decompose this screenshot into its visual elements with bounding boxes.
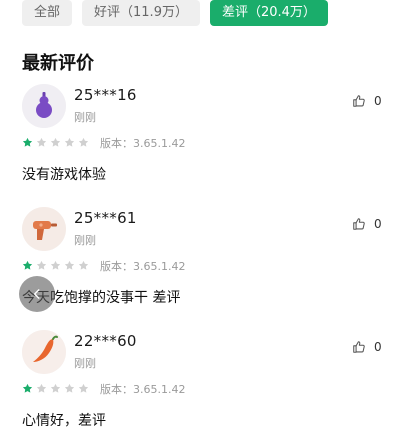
avatar[interactable] xyxy=(22,84,66,128)
star-rating xyxy=(22,383,89,394)
review-username: 25***61 xyxy=(74,209,137,227)
orange-chili-icon xyxy=(22,330,66,374)
like-button[interactable]: 0 xyxy=(352,217,382,231)
star-filled-icon xyxy=(22,383,33,393)
star-empty-icon xyxy=(78,260,89,270)
like-button[interactable]: 0 xyxy=(352,94,382,108)
star-empty-icon xyxy=(36,137,47,147)
like-button[interactable]: 0 xyxy=(352,340,382,354)
review-item: 25***61 刚刚 0 版本：3.65.1.42 今天吃饱撑的没事干 差评 xyxy=(0,207,401,327)
star-filled-icon xyxy=(22,137,33,147)
purple-gourd-icon xyxy=(22,84,66,128)
thumbs-up-icon xyxy=(353,95,365,107)
tab-negative[interactable]: 差评（20.4万） xyxy=(209,0,328,26)
tab-positive[interactable]: 好评（11.9万） xyxy=(82,0,200,26)
review-content: 心情好，差评 xyxy=(22,413,106,429)
star-empty-icon xyxy=(78,137,89,147)
review-version: 版本：3.65.1.42 xyxy=(100,260,186,273)
star-empty-icon xyxy=(64,383,75,393)
filter-tabs: 全部 好评（11.9万） 差评（20.4万） xyxy=(22,0,328,26)
like-count: 0 xyxy=(374,217,382,231)
chevron-left-icon xyxy=(33,289,40,299)
review-time: 刚刚 xyxy=(74,357,96,370)
star-empty-icon xyxy=(50,137,61,147)
review-time: 刚刚 xyxy=(74,234,96,247)
thumbs-up-icon xyxy=(353,341,365,353)
review-item: 22***60 刚刚 0 版本：3.65.1.42 心情好，差评 xyxy=(0,330,401,440)
thumbs-up-icon xyxy=(353,218,365,230)
review-item: 25***16 刚刚 0 版本：3.65.1.42 没有游戏体验 xyxy=(0,84,401,204)
like-count: 0 xyxy=(374,94,382,108)
review-username: 25***16 xyxy=(74,86,137,104)
avatar[interactable] xyxy=(22,207,66,251)
floating-back-button[interactable] xyxy=(19,276,55,312)
star-empty-icon xyxy=(36,260,47,270)
like-count: 0 xyxy=(374,340,382,354)
tab-all[interactable]: 全部 xyxy=(22,0,73,26)
review-version: 版本：3.65.1.42 xyxy=(100,383,186,396)
section-title: 最新评价 xyxy=(22,53,94,74)
review-time: 刚刚 xyxy=(74,111,96,124)
star-empty-icon xyxy=(36,383,47,393)
review-version: 版本：3.65.1.42 xyxy=(100,137,186,150)
review-content: 没有游戏体验 xyxy=(22,167,106,183)
star-empty-icon xyxy=(64,137,75,147)
review-username: 22***60 xyxy=(74,332,137,350)
star-empty-icon xyxy=(78,383,89,393)
orange-drill-icon xyxy=(22,207,66,251)
star-empty-icon xyxy=(64,260,75,270)
avatar[interactable] xyxy=(22,330,66,374)
star-empty-icon xyxy=(50,260,61,270)
star-empty-icon xyxy=(50,383,61,393)
reviews-page: 全部 好评（11.9万） 差评（20.4万） 最新评价 25***16 刚刚 0… xyxy=(0,0,401,440)
star-rating xyxy=(22,137,89,148)
star-rating xyxy=(22,260,89,271)
star-filled-icon xyxy=(22,260,33,270)
